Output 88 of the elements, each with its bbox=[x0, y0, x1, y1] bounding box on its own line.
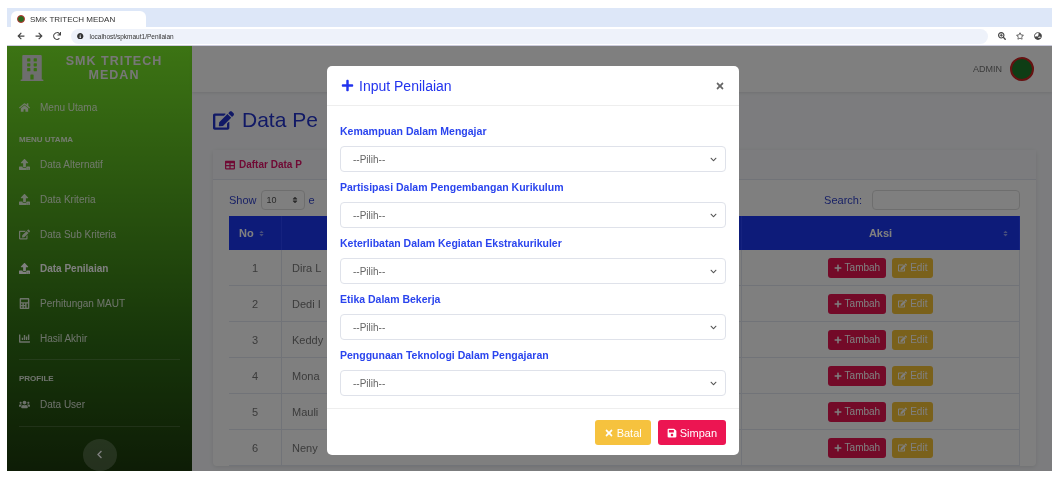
sidebar-item[interactable]: Data Sub Kriteria bbox=[19, 216, 180, 252]
bookmark-star-icon[interactable] bbox=[1016, 32, 1024, 40]
reload-icon[interactable] bbox=[53, 32, 61, 40]
upload-icon bbox=[19, 263, 30, 275]
column-header[interactable]: Aksi bbox=[742, 216, 1020, 250]
edit-icon bbox=[213, 109, 234, 131]
section-heading: MENU UTAMA bbox=[19, 133, 75, 146]
table-cell: 2 bbox=[229, 286, 282, 322]
entries-label: e bbox=[308, 194, 315, 206]
close-icon bbox=[603, 427, 614, 438]
field-label: Keterlibatan Dalam Kegiatan Ekstrakurikuler bbox=[340, 236, 563, 251]
brand-title: SMK TRITECH MEDAN bbox=[64, 54, 164, 82]
edit-icon bbox=[898, 443, 908, 452]
field-label: Kemampuan Dalam Mengajar bbox=[340, 124, 488, 139]
chevron-down-icon bbox=[710, 267, 717, 275]
plus-icon bbox=[833, 443, 842, 452]
add-button[interactable]: Tambah bbox=[827, 437, 887, 458]
table-cell: 3 bbox=[229, 322, 282, 358]
sidebar-item[interactable]: Menu Utama bbox=[19, 90, 180, 125]
info-icon bbox=[77, 32, 84, 40]
cancel-button[interactable]: Batal bbox=[594, 420, 651, 445]
select-field[interactable]: --Pilih-- bbox=[340, 370, 726, 396]
upload-icon bbox=[19, 194, 30, 206]
edit-icon bbox=[898, 407, 908, 416]
chevron-down-icon bbox=[710, 379, 717, 387]
page-title: Data Pe bbox=[242, 108, 318, 132]
sidebar-item[interactable]: Perhitungan MAUT bbox=[19, 286, 180, 321]
sidebar-item[interactable]: Data Penilaian bbox=[19, 251, 180, 287]
column-header[interactable]: No bbox=[229, 216, 282, 250]
edit-icon bbox=[898, 263, 908, 272]
home-icon bbox=[19, 101, 30, 113]
search-label: Search: bbox=[824, 194, 862, 206]
users-icon bbox=[19, 399, 30, 411]
plus-icon bbox=[833, 371, 842, 380]
field-label: Partisipasi Dalam Pengembangan Kurikulum bbox=[340, 180, 565, 195]
edit-icon bbox=[898, 335, 908, 344]
favicon-icon bbox=[17, 15, 25, 23]
sidebar-item[interactable]: Hasil Akhir bbox=[19, 320, 180, 356]
chevron-down-icon bbox=[710, 155, 717, 163]
show-label: Show bbox=[229, 194, 257, 206]
modal-title: Input Penilaian bbox=[359, 77, 452, 94]
add-button[interactable]: Tambah bbox=[827, 365, 887, 386]
sort-arrows-icon bbox=[290, 196, 299, 204]
upload-icon bbox=[19, 159, 30, 171]
sidebar-item[interactable]: Data Kriteria bbox=[19, 182, 180, 217]
plus-icon bbox=[833, 299, 842, 308]
save-button[interactable]: Simpan bbox=[657, 420, 726, 445]
table-cell: 5 bbox=[229, 394, 282, 430]
browser-tab[interactable]: SMK TRITECH MEDAN bbox=[11, 11, 146, 27]
select-field[interactable]: --Pilih-- bbox=[340, 258, 726, 284]
forward-icon[interactable] bbox=[35, 32, 43, 40]
table-cell: 4 bbox=[229, 358, 282, 394]
avatar-icon bbox=[1010, 57, 1034, 81]
edit-icon bbox=[898, 299, 908, 308]
table-cell: 1 bbox=[229, 250, 282, 286]
section-heading: PROFILE bbox=[19, 373, 55, 386]
plus-icon bbox=[833, 263, 842, 272]
table-icon bbox=[225, 159, 235, 170]
profile-icon[interactable] bbox=[1034, 32, 1042, 40]
add-button[interactable]: Tambah bbox=[827, 329, 887, 350]
user-name: ADMIN bbox=[973, 64, 1002, 74]
add-button[interactable]: Tambah bbox=[827, 401, 887, 422]
edit-icon bbox=[19, 228, 30, 240]
sidebar-item[interactable]: Data Alternatif bbox=[19, 147, 180, 183]
select-field[interactable]: --Pilih-- bbox=[340, 314, 726, 340]
chevron-left-icon bbox=[95, 450, 104, 460]
add-button[interactable]: Tambah bbox=[827, 257, 887, 278]
field-label: Etika Dalam Bekerja bbox=[340, 292, 442, 307]
select-field[interactable]: --Pilih-- bbox=[340, 202, 726, 228]
card-title: Daftar Data P bbox=[239, 159, 302, 170]
plus-icon bbox=[341, 79, 354, 92]
table-cell: 6 bbox=[229, 430, 282, 466]
bar-chart-icon bbox=[19, 332, 30, 344]
plus-icon bbox=[833, 407, 842, 416]
chevron-down-icon bbox=[710, 211, 717, 219]
zoom-icon[interactable] bbox=[998, 32, 1006, 40]
add-button[interactable]: Tambah bbox=[827, 293, 887, 314]
select-field[interactable]: --Pilih-- bbox=[340, 146, 726, 172]
plus-icon bbox=[833, 335, 842, 344]
sidebar-item[interactable]: Data User bbox=[19, 387, 180, 422]
page-size-select[interactable]: 10 bbox=[260, 190, 305, 210]
edit-icon bbox=[898, 371, 908, 380]
chevron-down-icon bbox=[710, 323, 717, 331]
save-icon bbox=[666, 427, 677, 438]
back-icon[interactable] bbox=[17, 32, 25, 40]
calculator-icon bbox=[19, 297, 30, 309]
close-icon[interactable] bbox=[715, 80, 725, 91]
building-icon bbox=[19, 55, 45, 81]
